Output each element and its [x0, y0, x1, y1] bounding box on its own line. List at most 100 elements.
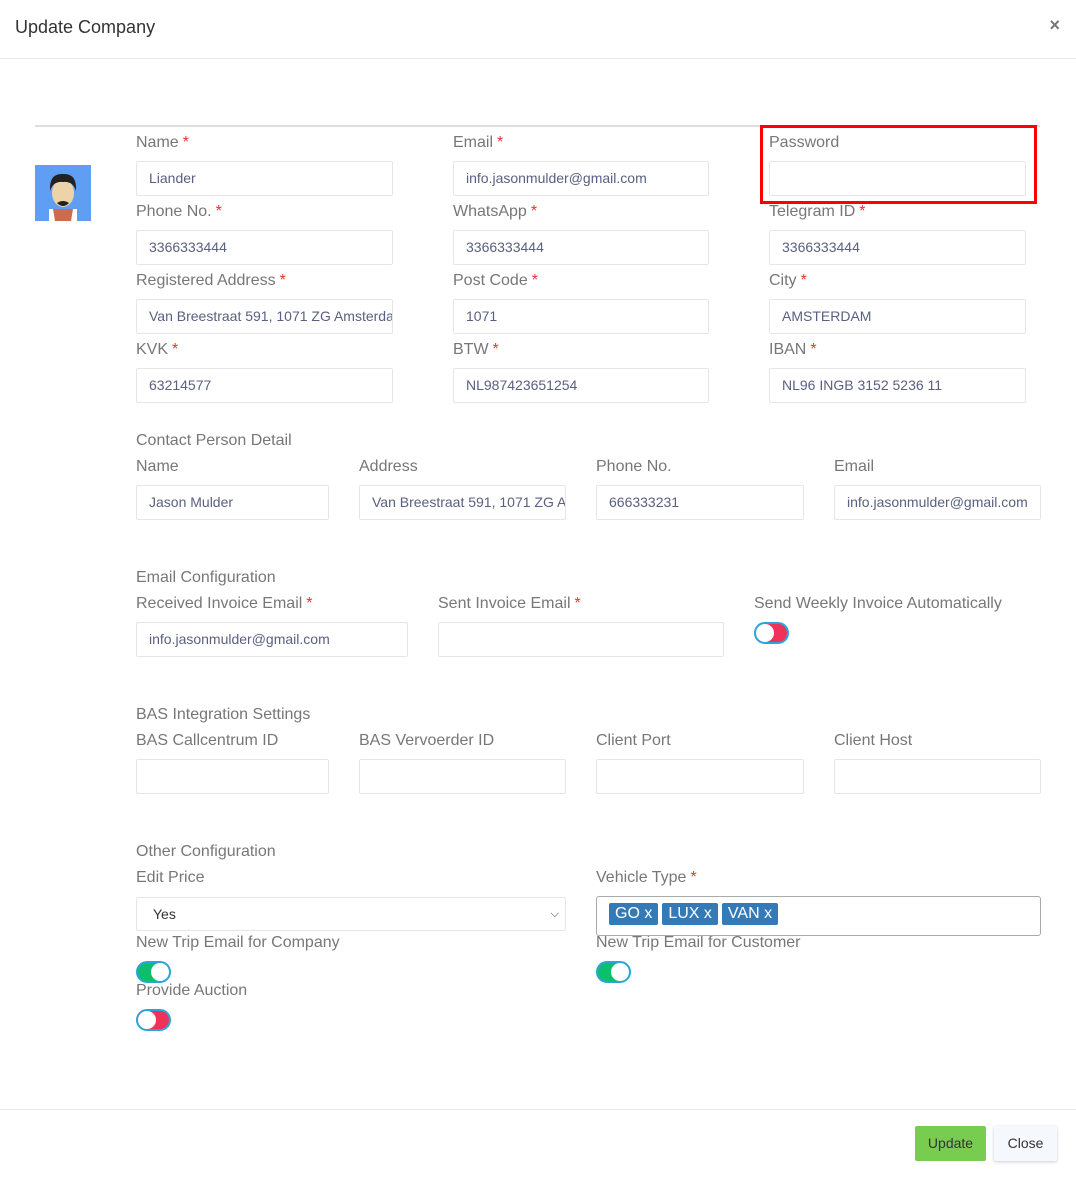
contact-email-input[interactable]: info.jasonmulder@gmail.com [834, 485, 1041, 520]
header-divider [0, 58, 1076, 59]
label-text: Edit Price [136, 869, 205, 886]
company-btw-label: BTW * [453, 341, 499, 359]
label-text: Client Host [834, 732, 913, 749]
label-text: Name [136, 458, 179, 475]
contact-address-label: Address [359, 458, 418, 476]
bas-callcentrum-label: BAS Callcentrum ID [136, 732, 278, 750]
required-asterisk: * [690, 869, 697, 886]
required-asterisk: * [859, 203, 866, 220]
label-text: Address [359, 458, 418, 475]
bas-port-label: Client Port [596, 732, 671, 750]
close-icon[interactable]: × [1049, 15, 1060, 36]
label-text: Phone No. [136, 203, 212, 220]
contact-title-heading: Contact Person Detail [136, 432, 292, 449]
email-config-sent-label: Sent Invoice Email * [438, 595, 581, 613]
label-text: Send Weekly Invoice Automatically [754, 595, 1002, 612]
other-vehicle-type-label: Vehicle Type * [596, 869, 697, 887]
tag-van[interactable]: VAN x [721, 903, 779, 925]
company-address-input[interactable]: Van Breestraat 591, 1071 ZG Amsterdam [136, 299, 393, 334]
company-email-input[interactable]: info.jasonmulder@gmail.com [453, 161, 709, 196]
modal-title: Update Company [15, 17, 156, 37]
label-text: IBAN [769, 341, 807, 358]
contact-name-label: Name [136, 458, 179, 476]
trip-email-company-toggle[interactable] [136, 961, 171, 983]
company-postcode-label: Post Code * [453, 272, 538, 290]
avatar [35, 165, 91, 221]
email-config-received-input[interactable]: info.jasonmulder@gmail.com [136, 622, 408, 657]
required-asterisk: * [810, 341, 817, 358]
label-text: KVK [136, 341, 169, 358]
tag-go[interactable]: GO x [609, 903, 659, 925]
company-password-input[interactable] [769, 161, 1026, 196]
weekly-invoice-toggle[interactable] [754, 622, 789, 644]
label-text: Email [453, 134, 494, 151]
trip-email-customer-toggle[interactable] [596, 961, 631, 983]
label-text: Telegram ID [769, 203, 856, 220]
label-text: City [769, 272, 797, 289]
contact-address-input[interactable]: Van Breestraat 591, 1071 ZG Amsterdam [359, 485, 566, 520]
label-text: Name [136, 134, 179, 151]
email-config-title-heading: Email Configuration [136, 569, 276, 586]
company-iban-input[interactable]: NL96 INGB 3152 5236 11 [769, 368, 1026, 403]
label-text: BAS Callcentrum ID [136, 732, 279, 749]
email-config-sent-input[interactable] [438, 622, 724, 657]
company-city-input[interactable]: AMSTERDAM [769, 299, 1026, 334]
contact-phone-label: Phone No. [596, 458, 672, 476]
contact-name-input[interactable]: Jason Mulder [136, 485, 329, 520]
label-text: Registered Address [136, 272, 276, 289]
company-name-input[interactable]: Liander [136, 161, 393, 196]
vehicle-type-multiselect[interactable]: GO x LUX x VAN x [596, 896, 1041, 936]
company-whatsapp-input[interactable]: 3366333444 [453, 230, 709, 265]
required-asterisk: * [306, 595, 313, 612]
contact-email-label: Email [834, 458, 874, 476]
required-asterisk: * [530, 203, 538, 220]
bas-vervoerder-input[interactable] [359, 759, 566, 794]
label-text: Email [834, 458, 875, 475]
label-text: Sent Invoice Email [438, 595, 571, 612]
label-text: Provide Auction [136, 982, 248, 999]
footer-divider [0, 1109, 1076, 1110]
other-title-heading: Other Configuration [136, 843, 276, 860]
other-trip-customer-label: New Trip Email for Customer [596, 934, 801, 952]
company-email-label: Email * [453, 134, 503, 152]
company-whatsapp-label: WhatsApp * [453, 203, 537, 221]
label-text: Received Invoice Email [136, 595, 303, 612]
contact-phone-input[interactable]: 666333231 [596, 485, 804, 520]
company-postcode-input[interactable]: 1071 [453, 299, 709, 334]
edit-price-select[interactable]: Yes ⌵ [136, 897, 566, 931]
required-asterisk: * [574, 595, 581, 612]
label-text: BTW [453, 341, 489, 358]
company-phone-label: Phone No. * [136, 203, 222, 221]
label-text: BAS Vervoerder ID [359, 732, 495, 749]
tag-lux[interactable]: LUX x [662, 903, 718, 925]
company-name-label: Name * [136, 134, 189, 152]
label-text: New Trip Email for Company [136, 934, 340, 951]
bas-callcentrum-input[interactable] [136, 759, 329, 794]
required-asterisk: * [492, 341, 499, 358]
company-telegram-input[interactable]: 3366333444 [769, 230, 1026, 265]
required-asterisk: * [182, 134, 189, 151]
bas-host-input[interactable] [834, 759, 1041, 794]
edit-price-value: Yes [153, 906, 176, 922]
company-btw-input[interactable]: NL987423651254 [453, 368, 709, 403]
company-city-label: City * [769, 272, 807, 290]
label-text: Vehicle Type [596, 869, 687, 886]
company-phone-input[interactable]: 3366333444 [136, 230, 393, 265]
company-kvk-input[interactable]: 63214577 [136, 368, 393, 403]
provide-auction-toggle[interactable] [136, 1009, 171, 1031]
email-config-weekly-label: Send Weekly Invoice Automatically [754, 595, 1002, 613]
other-edit-price-label: Edit Price [136, 869, 204, 887]
update-button[interactable]: Update [915, 1126, 986, 1161]
required-asterisk: * [172, 341, 179, 358]
company-address-label: Registered Address * [136, 272, 286, 290]
required-asterisk: * [279, 272, 286, 289]
bas-vervoerder-label: BAS Vervoerder ID [359, 732, 494, 750]
bas-port-input[interactable] [596, 759, 804, 794]
label-text: New Trip Email for Customer [596, 934, 801, 951]
required-asterisk: * [215, 203, 222, 220]
company-password-label: Password [769, 134, 839, 152]
close-button[interactable]: Close [994, 1126, 1057, 1161]
other-trip-company-label: New Trip Email for Company [136, 934, 340, 952]
email-config-received-label: Received Invoice Email * [136, 595, 313, 613]
other-auction-label: Provide Auction [136, 982, 247, 1000]
